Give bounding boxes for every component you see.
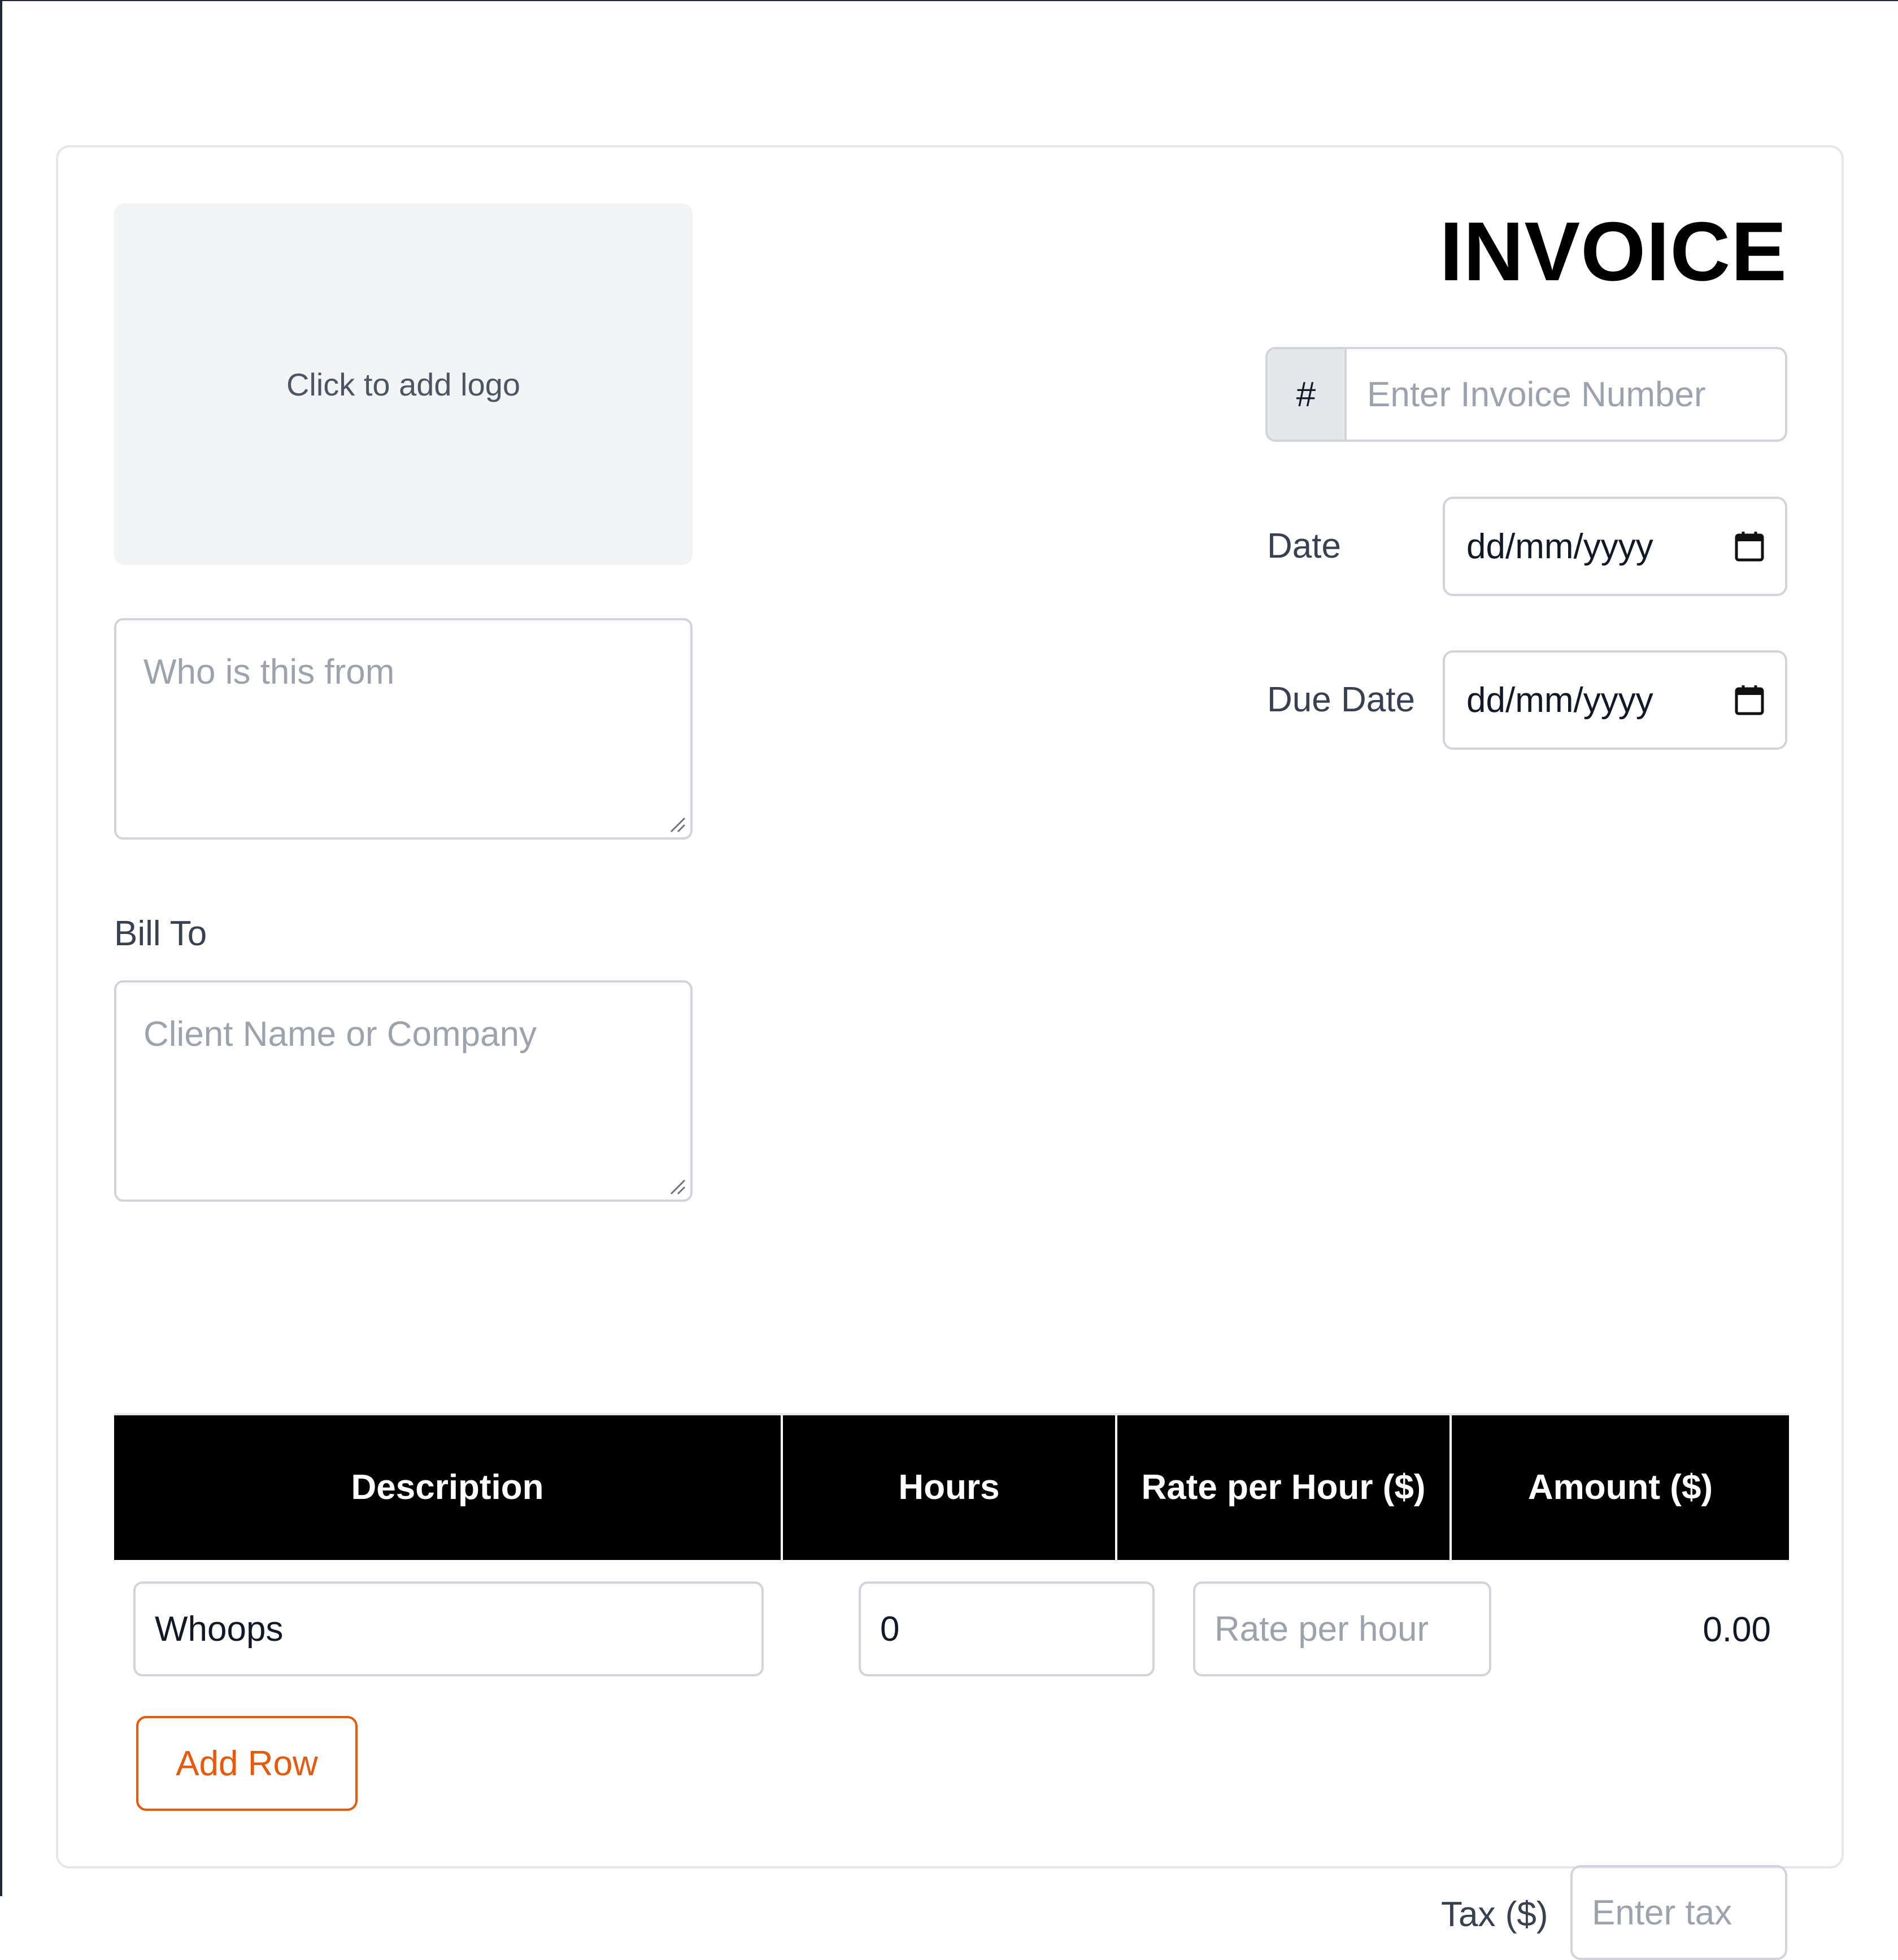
invoice-number-group: # Enter Invoice Number — [1265, 347, 1787, 442]
tax-label: Tax ($) — [1441, 1895, 1548, 1934]
resize-grip-icon[interactable] — [668, 815, 687, 834]
due-date-value: dd/mm/yyyy — [1466, 680, 1653, 720]
due-date-input[interactable]: dd/mm/yyyy — [1443, 650, 1787, 750]
bill-to-label: Bill To — [114, 914, 207, 953]
invoice-card: Click to add logo Who is this from Bill … — [56, 145, 1844, 1960]
due-date-label: Due Date — [1267, 680, 1415, 719]
bill-to-placeholder: Client Name or Company — [143, 1015, 537, 1054]
line-items-table-header: Description Hours Rate per Hour ($) Amou… — [114, 1413, 1789, 1560]
column-header-hours: Hours — [783, 1415, 1117, 1560]
add-row-button[interactable]: Add Row — [136, 1716, 358, 1811]
hours-value: 0 — [880, 1609, 900, 1649]
invoice-number-placeholder: Enter Invoice Number — [1367, 375, 1706, 414]
amount-value: 0.00 — [1703, 1610, 1771, 1649]
tax-placeholder: Enter tax — [1592, 1893, 1732, 1932]
from-textarea[interactable]: Who is this from — [114, 618, 693, 840]
date-value: dd/mm/yyyy — [1466, 527, 1653, 566]
date-input[interactable]: dd/mm/yyyy — [1443, 497, 1787, 596]
invoice-number-prefix: # — [1268, 349, 1347, 440]
description-value: Whoops — [155, 1609, 284, 1649]
table-row: Whoops 0 Rate per hour 0.00 — [114, 1560, 1789, 1676]
date-label: Date — [1267, 527, 1341, 566]
hours-input[interactable]: 0 — [859, 1581, 1155, 1676]
calendar-icon[interactable] — [1734, 531, 1765, 562]
tax-input[interactable]: Enter tax — [1570, 1865, 1787, 1960]
logo-upload-area[interactable]: Click to add logo — [114, 203, 693, 565]
rate-placeholder: Rate per hour — [1214, 1609, 1429, 1649]
rate-input[interactable]: Rate per hour — [1193, 1581, 1491, 1676]
column-header-rate: Rate per Hour ($) — [1117, 1415, 1452, 1560]
invoice-number-input[interactable]: Enter Invoice Number — [1347, 349, 1785, 440]
resize-grip-icon[interactable] — [668, 1177, 687, 1196]
column-header-description: Description — [114, 1415, 783, 1560]
add-row-label: Add Row — [176, 1744, 318, 1783]
bill-to-textarea[interactable]: Client Name or Company — [114, 980, 693, 1202]
column-header-amount: Amount ($) — [1527, 1468, 1713, 1507]
logo-upload-label: Click to add logo — [286, 366, 520, 402]
description-input[interactable]: Whoops — [133, 1581, 764, 1676]
from-placeholder: Who is this from — [143, 653, 395, 692]
calendar-icon[interactable] — [1734, 684, 1765, 716]
invoice-title: INVOICE — [1439, 205, 1787, 298]
